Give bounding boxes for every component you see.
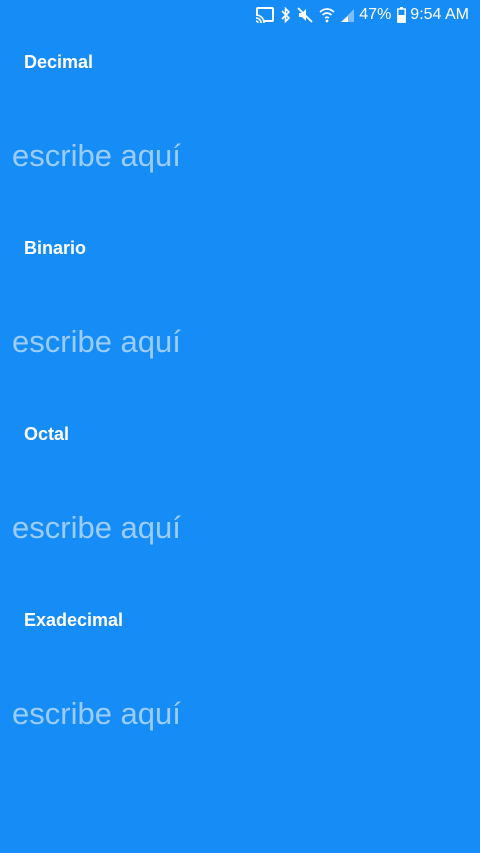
clock: 9:54 AM	[410, 6, 469, 23]
wifi-icon	[319, 7, 335, 23]
octal-input[interactable]	[12, 506, 468, 550]
exadecimal-input[interactable]	[12, 692, 468, 736]
mute-icon	[297, 7, 313, 23]
status-bar: 47% 9:54 AM	[0, 0, 480, 30]
signal-icon	[341, 7, 355, 23]
app-screen: 47% 9:54 AM Decimal Binario Octal Exadec…	[0, 0, 480, 853]
exadecimal-label: Exadecimal	[24, 610, 124, 630]
battery-icon	[397, 7, 407, 23]
octal-label: Octal	[24, 424, 70, 444]
bluetooth-icon	[281, 7, 291, 23]
decimal-input[interactable]	[12, 134, 468, 178]
binario-input[interactable]	[12, 320, 468, 364]
binario-label: Binario	[24, 238, 87, 258]
battery-percent: 47%	[359, 6, 392, 23]
cast-icon	[255, 7, 275, 23]
decimal-label: Decimal	[24, 52, 94, 72]
